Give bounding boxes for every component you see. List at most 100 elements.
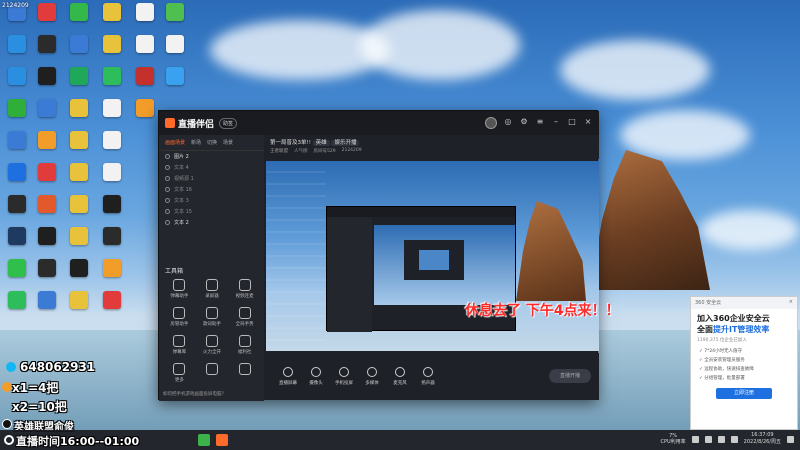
ad-feature-list: ✓ 7*24小时无人值守 ✓ 全员安装管理员服务 ✓ 远程协助，快速排查故障 ✓ 分组…: [691, 345, 797, 385]
tool-button[interactable]: 更多: [163, 363, 196, 383]
stream-preview[interactable]: [266, 161, 599, 351]
taskbar-app-icon[interactable]: [198, 434, 210, 446]
tool-button[interactable]: 火力全开: [196, 335, 229, 355]
room-meta-item: 房间号529: [313, 149, 336, 154]
source-button[interactable]: 多媒体: [358, 367, 386, 386]
room-tag-game[interactable]: 英雄: [312, 140, 330, 146]
desktop-app-icon: [70, 163, 88, 181]
ime-icon[interactable]: [730, 435, 738, 443]
notification-icon[interactable]: [787, 435, 794, 443]
desktop-app-icon: [8, 291, 26, 309]
layer-item[interactable]: 图片 2: [159, 151, 264, 162]
desktop-icon[interactable]: [97, 290, 127, 328]
source-button[interactable]: 扬声器: [414, 367, 442, 386]
desktop-app-icon: [103, 67, 121, 85]
desktop-app-icon: [70, 227, 88, 245]
tool-icon: [173, 279, 186, 291]
source-button[interactable]: 直播屏幕: [274, 367, 302, 386]
maximize-icon[interactable]: □: [567, 117, 577, 127]
layer-item[interactable]: 文本 15: [159, 206, 264, 217]
tool-button[interactable]: [228, 363, 261, 383]
minimize-icon[interactable]: –: [551, 117, 561, 127]
visibility-icon[interactable]: [165, 176, 170, 181]
source-toolbar: 直播屏幕 摄像头 手机投屏 多媒体 麦克风 扬声器 直播开播: [264, 353, 599, 400]
source-button[interactable]: 麦克风: [386, 367, 414, 386]
desktop-app-icon: [8, 163, 26, 181]
tool-button[interactable]: 录屏器: [196, 279, 229, 299]
visibility-icon[interactable]: [165, 209, 170, 214]
tool-button[interactable]: 歌词助手: [196, 307, 229, 327]
taskbar-app-icon[interactable]: [216, 434, 228, 446]
close-icon[interactable]: ×: [583, 117, 593, 127]
room-tag-mode[interactable]: 娱乐开播: [331, 140, 360, 146]
layer-item[interactable]: 视频源 1: [159, 173, 264, 184]
user-avatar[interactable]: [485, 117, 497, 129]
desktop-app-icon: [103, 195, 121, 213]
visibility-icon[interactable]: [165, 154, 170, 159]
desktop-app-icon: [103, 227, 121, 245]
network-icon[interactable]: [704, 435, 712, 443]
layer-item[interactable]: 文本 4: [159, 162, 264, 173]
desktop-icon[interactable]: [2, 290, 32, 328]
room-meta-item: 2124209: [341, 148, 362, 153]
desktop-icon[interactable]: [64, 290, 94, 328]
desktop-icon[interactable]: [130, 98, 160, 136]
desktop-top-label: 2124209: [2, 2, 29, 9]
scene-tab[interactable]: 切换: [207, 139, 217, 146]
ad-header-label: 360 安全云: [695, 300, 722, 306]
source-icon: [367, 367, 377, 377]
desktop-app-icon: [70, 291, 88, 309]
desktop-icon[interactable]: [160, 66, 190, 104]
menu-icon[interactable]: ≡: [535, 117, 545, 127]
clock-icon[interactable]: [4, 435, 14, 445]
desktop-icon[interactable]: [32, 290, 62, 328]
visibility-icon[interactable]: [165, 220, 170, 225]
tool-button[interactable]: 房管助手: [163, 307, 196, 327]
source-button[interactable]: 手机投屏: [330, 367, 358, 386]
desktop-app-icon: [166, 67, 184, 85]
tool-button[interactable]: 视频连麦: [228, 279, 261, 299]
help-tip-link[interactable]: 如何把手机游戏画面投屏电脑？: [163, 391, 260, 397]
scene-tab[interactable]: 新场: [191, 139, 201, 146]
layer-item[interactable]: 文本 16: [159, 184, 264, 195]
ad-popup[interactable]: 360 安全云 × 加入360企业安全云 全面提升IT管理效率 1190,375…: [690, 296, 798, 430]
scene-tab[interactable]: 画面场景: [165, 139, 185, 146]
room-title[interactable]: 第一局普及3单!! 英雄 娱乐开播: [270, 138, 360, 146]
source-label: 摄像头: [309, 381, 323, 386]
toolbox-grid: 弹幕助手 录屏器 视频连麦房管助手 歌词助手 全局手势弹幕库 火力全开 福利社更多: [163, 279, 261, 383]
visibility-icon[interactable]: [165, 198, 170, 203]
tool-button[interactable]: 弹幕助手: [163, 279, 196, 299]
volume-icon[interactable]: [717, 435, 725, 443]
desktop-app-icon: [136, 67, 154, 85]
system-clock[interactable]: 16:37:09 2022/8/26/周五: [744, 432, 781, 446]
tool-button[interactable]: 福利社: [228, 335, 261, 355]
desktop-app-icon: [103, 99, 121, 117]
desktop-app-icon: [38, 131, 56, 149]
tool-button[interactable]: 弹幕库: [163, 335, 196, 355]
streaming-app-window[interactable]: 直播伴侣 助签 ◎ ⚙ ≡ – □ × 画面场景 新场 切换 场景 图片 2 文本 4 视…: [158, 110, 599, 401]
tool-button[interactable]: 全局手势: [228, 307, 261, 327]
ad-register-button[interactable]: 立即注册: [716, 388, 772, 399]
version-tag[interactable]: 助签: [219, 117, 238, 129]
layer-label: 文本 15: [174, 209, 192, 215]
scene-tab[interactable]: 场景: [223, 139, 233, 146]
headset-icon[interactable]: ◎: [503, 117, 513, 127]
source-button[interactable]: 摄像头: [302, 367, 330, 386]
tool-button[interactable]: [196, 363, 229, 383]
start-live-button[interactable]: 直播开播: [549, 369, 591, 383]
tool-icon: [205, 335, 218, 347]
visibility-icon[interactable]: [165, 187, 170, 192]
tool-icon: [173, 335, 186, 347]
app-header: 直播伴侣 助签 ◎ ⚙ ≡ – □ ×: [159, 111, 599, 135]
tool-icon: [173, 363, 186, 375]
app-logo-icon: [165, 118, 175, 128]
layer-item[interactable]: 文本 3: [159, 195, 264, 206]
settings-icon[interactable]: ⚙: [519, 117, 529, 127]
tool-label: 视频连麦: [235, 294, 254, 299]
tray-up-icon[interactable]: [691, 435, 699, 443]
visibility-icon[interactable]: [165, 165, 170, 170]
layer-item[interactable]: 文本 2: [159, 217, 264, 228]
tool-icon: [173, 307, 186, 319]
tool-label: 全局手势: [235, 322, 254, 327]
ad-close-icon[interactable]: ×: [789, 299, 793, 307]
